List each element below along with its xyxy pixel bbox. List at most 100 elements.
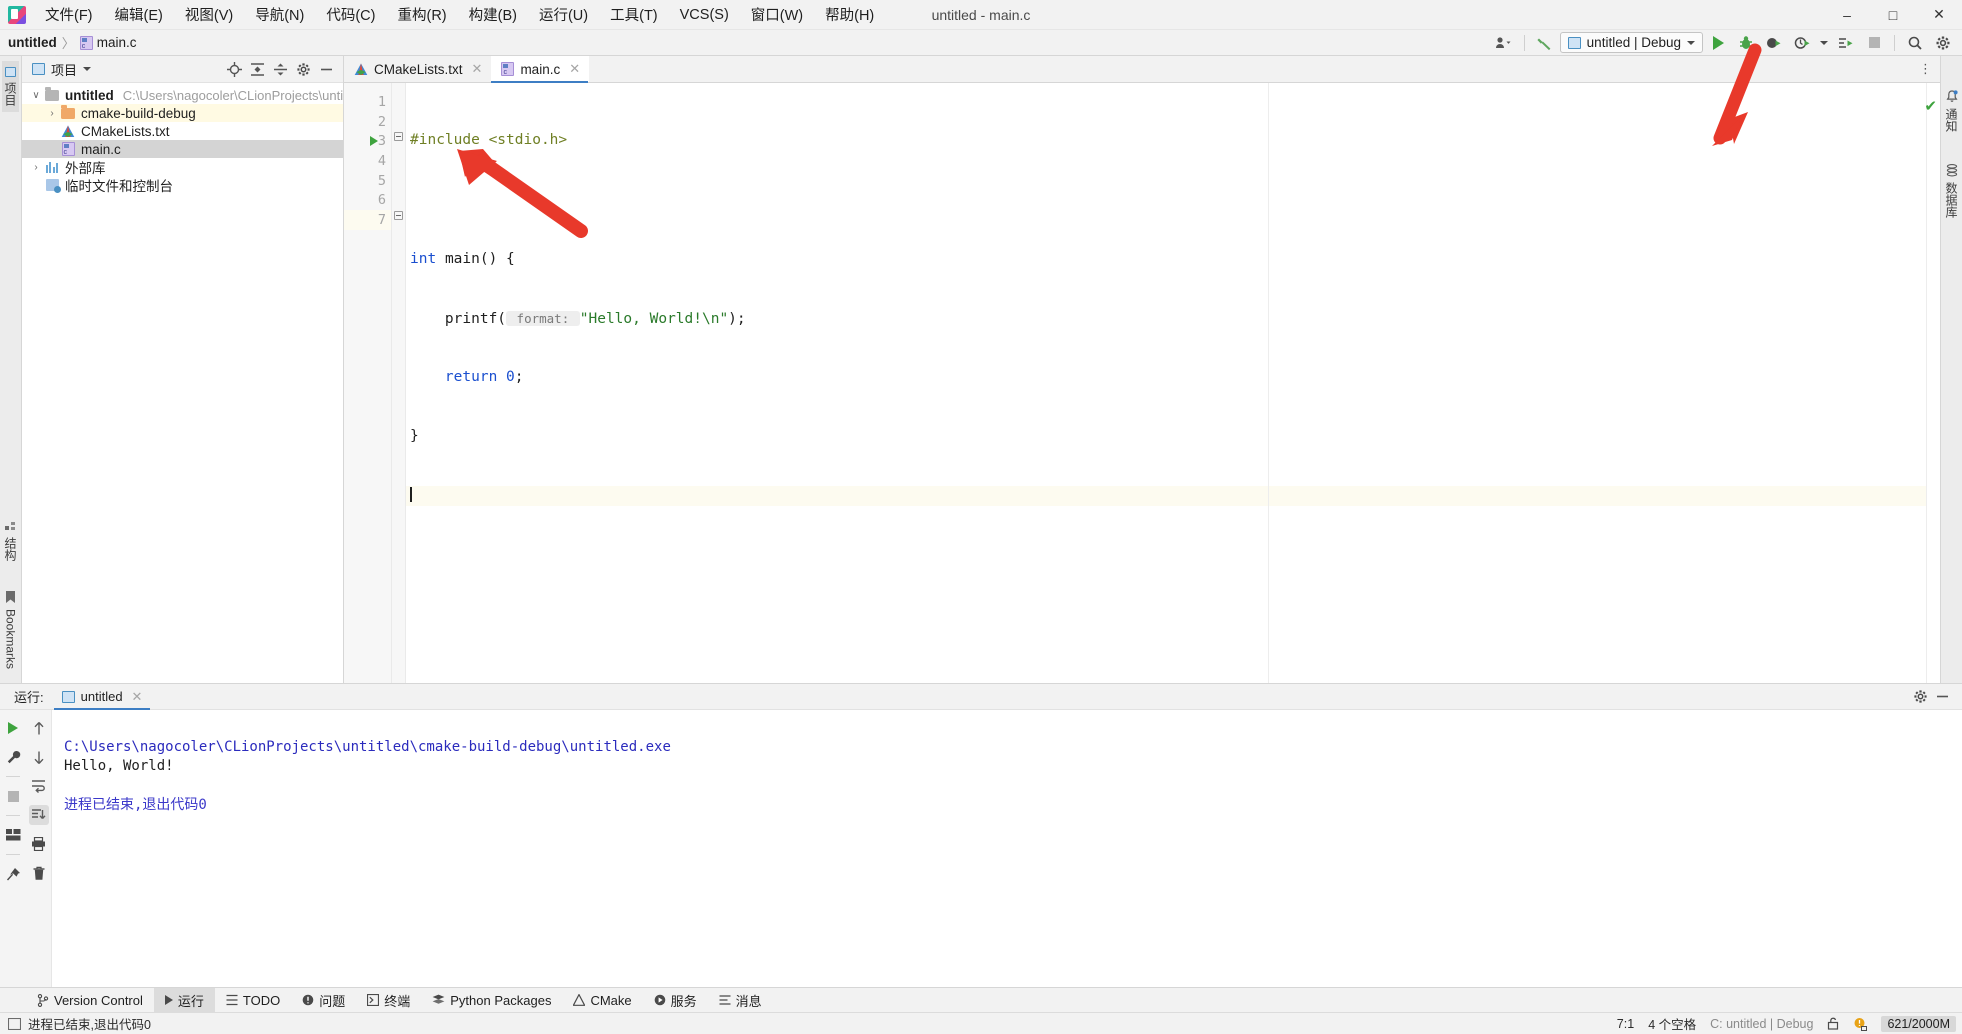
indent-setting[interactable]: 4 个空格 [1648, 1014, 1696, 1033]
menu-refactor[interactable]: 重构(R) [386, 0, 457, 29]
bottom-tab-terminal[interactable]: 终端 [356, 988, 421, 1012]
close-button[interactable]: ✕ [1916, 0, 1962, 30]
tree-item-external-libraries[interactable]: › 外部库 [22, 158, 343, 176]
scroll-up-icon[interactable] [29, 718, 49, 738]
unlocked-icon[interactable] [1827, 1017, 1839, 1030]
wrench-icon[interactable] [3, 747, 23, 767]
run-window-tab[interactable]: untitled ✕ [54, 684, 151, 710]
toolbar-divider [6, 815, 20, 816]
breadcrumb-project[interactable]: untitled [8, 35, 57, 50]
bottom-tab-messages[interactable]: 消息 [708, 988, 773, 1012]
bottom-tab-run[interactable]: 运行 [154, 988, 215, 1012]
scroll-down-icon[interactable] [29, 747, 49, 767]
tree-label: cmake-build-debug [81, 106, 196, 121]
profiler-icon[interactable] [1789, 32, 1815, 54]
encoding-config[interactable]: C: untitled | Debug [1710, 1017, 1813, 1031]
caret-position[interactable]: 7:1 [1617, 1017, 1634, 1031]
menu-build[interactable]: 构建(B) [458, 0, 528, 29]
scroll-to-end-icon[interactable] [29, 805, 49, 825]
pin-icon[interactable] [3, 864, 23, 884]
fold-collapse-icon[interactable] [394, 132, 403, 141]
editor-tab-more[interactable]: ⋮ [1919, 56, 1940, 82]
chevron-right-icon[interactable]: › [44, 108, 60, 119]
search-everywhere-icon[interactable] [1902, 32, 1928, 54]
attach-process-icon[interactable] [1833, 32, 1859, 54]
chevron-right-icon[interactable]: › [28, 162, 44, 173]
tree-item-cmakelists[interactable]: CMakeLists.txt [22, 122, 343, 140]
close-icon[interactable]: ✕ [569, 61, 580, 77]
settings-icon[interactable] [292, 59, 314, 79]
stop-icon[interactable] [3, 786, 23, 806]
tree-item-scratches[interactable]: 临时文件和控制台 [22, 176, 343, 194]
breadcrumb-file[interactable]: main.c [80, 35, 137, 50]
menu-window[interactable]: 窗口(W) [740, 0, 814, 29]
rail-item-database[interactable]: 数据库 [1943, 158, 1960, 224]
inspections-icon[interactable] [1853, 1017, 1867, 1031]
menu-file[interactable]: 文件(F) [34, 0, 104, 29]
menu-navigate[interactable]: 导航(N) [244, 0, 315, 29]
editor-tab-main-c[interactable]: main.c ✕ [491, 56, 589, 82]
bottom-tab-python-packages[interactable]: Python Packages [421, 988, 562, 1012]
debug-button[interactable] [1733, 32, 1759, 54]
user-avatar-icon[interactable] [1491, 32, 1517, 54]
maximize-button[interactable]: □ [1870, 0, 1916, 30]
layout-icon[interactable] [3, 825, 23, 845]
minimize-button[interactable]: – [1824, 0, 1870, 30]
editor-tab-cmakelists[interactable]: CMakeLists.txt ✕ [344, 56, 491, 82]
run-with-coverage-icon[interactable] [1761, 32, 1787, 54]
rerun-icon[interactable] [3, 718, 23, 738]
menu-tools[interactable]: 工具(T) [599, 0, 669, 29]
console-output[interactable]: C:\Users\nagocoler\CLionProjects\untitle… [52, 710, 1962, 987]
chevron-down-icon[interactable]: ∨ [28, 90, 44, 101]
locate-icon[interactable] [223, 59, 245, 79]
code-line-7 [406, 486, 1926, 506]
rail-item-bookmarks[interactable]: Bookmarks [4, 585, 18, 675]
expand-all-icon[interactable] [246, 59, 268, 79]
rail-item-project[interactable]: 项目 [2, 61, 19, 112]
close-icon[interactable]: ✕ [132, 689, 143, 705]
tree-item-cmake-build-debug[interactable]: › cmake-build-debug [22, 104, 343, 122]
bottom-tab-version-control[interactable]: Version Control [26, 988, 154, 1012]
hide-panel-icon[interactable] [1932, 687, 1952, 707]
editor-scrollbar[interactable]: ✔ [1926, 83, 1940, 683]
run-gutter-icon[interactable] [370, 136, 378, 146]
cmake-file-icon [60, 125, 76, 138]
run-button[interactable] [1705, 32, 1731, 54]
bottom-tab-todo[interactable]: TODO [215, 988, 291, 1012]
menu-help[interactable]: 帮助(H) [814, 0, 885, 29]
settings-icon[interactable] [1930, 32, 1956, 54]
menu-view[interactable]: 视图(V) [174, 0, 244, 29]
trash-icon[interactable] [29, 863, 49, 883]
memory-indicator[interactable]: 621/2000M [1881, 1016, 1956, 1032]
menu-code[interactable]: 代码(C) [315, 0, 386, 29]
rail-item-notifications[interactable]: 通知 [1943, 84, 1960, 138]
close-icon[interactable]: ✕ [472, 61, 483, 77]
bottom-tab-cmake[interactable]: CMake [562, 988, 642, 1012]
soft-wrap-icon[interactable] [29, 776, 49, 796]
stop-icon[interactable] [1861, 32, 1887, 54]
tree-item-main-c[interactable]: main.c [22, 140, 343, 158]
menu-run[interactable]: 运行(U) [528, 0, 599, 29]
project-panel-title[interactable]: 项目 [32, 60, 91, 79]
console-icon [8, 1018, 21, 1030]
rail-item-structure[interactable]: 结构 [2, 515, 19, 567]
profiler-dropdown-icon[interactable] [1817, 32, 1831, 54]
collapse-all-icon[interactable] [269, 59, 291, 79]
bottom-tab-services[interactable]: 服务 [643, 988, 708, 1012]
print-icon[interactable] [29, 834, 49, 854]
hammer-build-icon[interactable] [1532, 32, 1558, 54]
menu-edit[interactable]: 编辑(E) [104, 0, 174, 29]
hide-panel-icon[interactable] [315, 59, 337, 79]
code-content[interactable]: #include <stdio.h> int main() { printf( … [406, 83, 1926, 683]
rail-bookmarks-label: Bookmarks [4, 609, 18, 669]
fold-end-icon[interactable] [394, 211, 403, 220]
run-configuration-selector[interactable]: untitled | Debug [1560, 32, 1703, 53]
menu-vcs[interactable]: VCS(S) [669, 3, 740, 27]
bottom-tab-problems[interactable]: 问题 [291, 988, 356, 1012]
inspection-status-icon[interactable]: ✔ [1924, 97, 1937, 115]
code-editor[interactable]: 1 2 3 4 5 6 7 #include <stdio.h> [344, 83, 1940, 683]
toolbar-divider [1524, 35, 1525, 51]
tree-item-untitled[interactable]: ∨ untitled C:\Users\nagocoler\CLionProje… [22, 86, 343, 104]
branch-icon [37, 994, 49, 1007]
settings-icon[interactable] [1910, 687, 1930, 707]
